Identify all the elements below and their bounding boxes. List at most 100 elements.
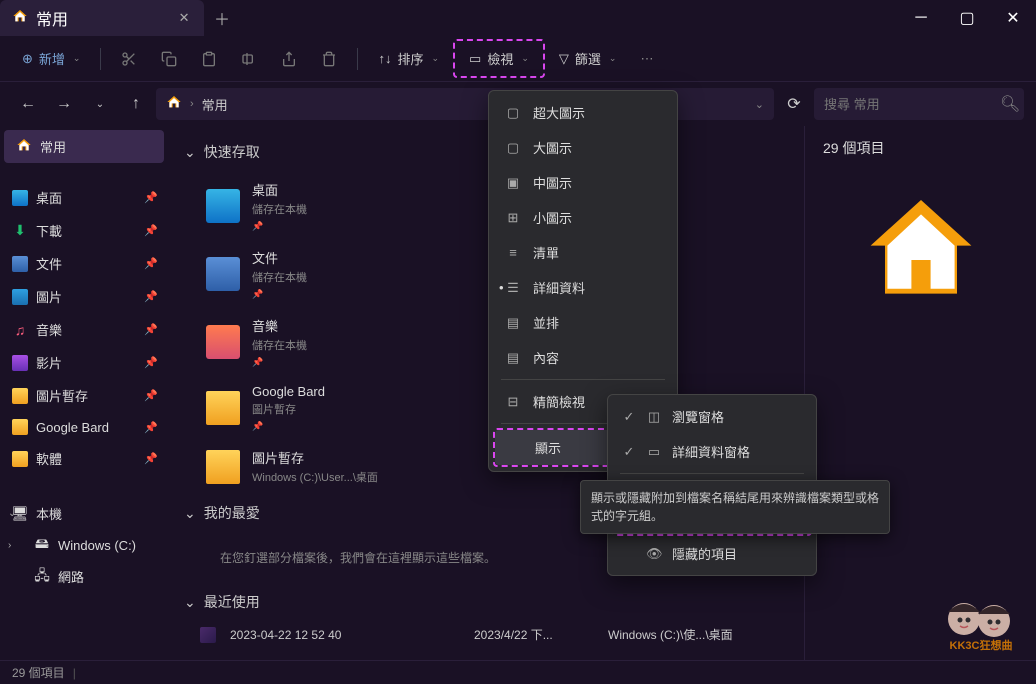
new-tab-button[interactable]: ＋ bbox=[204, 0, 240, 36]
section-quick-access[interactable]: ⌄快速存取 bbox=[180, 134, 792, 170]
sidebar-item-drive[interactable]: ›🖴Windows (C:) bbox=[0, 530, 168, 560]
sidebar-item-folder[interactable]: 圖片暫存📌 bbox=[0, 379, 168, 412]
drive-icon: 🖴 bbox=[34, 537, 50, 553]
close-button[interactable]: ✕ bbox=[990, 0, 1036, 36]
menu-item-view-option[interactable]: ▢超大圖示 bbox=[493, 95, 673, 130]
sidebar-item-documents[interactable]: 文件📌 bbox=[0, 247, 168, 280]
tab-home[interactable]: 常用 ✕ bbox=[0, 0, 204, 36]
search-input[interactable] bbox=[824, 97, 1000, 112]
pin-icon: 📌 bbox=[144, 421, 158, 434]
sidebar-item-music[interactable]: ♫音樂📌 bbox=[0, 313, 168, 346]
forward-button[interactable]: → bbox=[48, 88, 80, 120]
close-icon[interactable]: ✕ bbox=[176, 10, 192, 26]
minimize-button[interactable]: ─ bbox=[898, 0, 944, 36]
menu-item-view-option[interactable]: ⊞小圖示 bbox=[493, 200, 673, 235]
sort-button[interactable]: ↑↓ 排序⌄ bbox=[368, 43, 449, 74]
folder-icon bbox=[12, 451, 28, 467]
download-icon: ⬇ bbox=[12, 223, 28, 239]
pin-icon: 📌 bbox=[252, 421, 325, 432]
layout-icon: ☰ bbox=[505, 280, 521, 296]
sidebar-item-network[interactable]: 🖧網路 bbox=[0, 560, 168, 593]
cut-button[interactable] bbox=[111, 45, 147, 73]
sidebar-item-videos[interactable]: 影片📌 bbox=[0, 346, 168, 379]
section-recent[interactable]: ⌄最近使用 bbox=[180, 584, 792, 620]
chevron-down-icon[interactable]: ⌄ bbox=[755, 98, 764, 111]
chevron-right-icon[interactable]: › bbox=[8, 540, 11, 551]
option-icon: ◫ bbox=[646, 409, 662, 425]
tab-title: 常用 bbox=[36, 6, 68, 30]
folder-item[interactable]: 桌面 儲存在本機 📌 bbox=[200, 174, 450, 238]
sidebar-item-home[interactable]: 常用 bbox=[4, 130, 164, 163]
address-bar[interactable]: › 常用 ⌄ bbox=[156, 88, 774, 120]
sidebar-item-pc[interactable]: ⌄🖥本機 bbox=[0, 497, 168, 530]
chevron-down-icon: ⌄ bbox=[184, 505, 196, 522]
layout-icon: ▤ bbox=[505, 350, 521, 366]
menu-item-show-option[interactable]: ✓◫瀏覽窗格 bbox=[612, 399, 812, 434]
copy-button[interactable] bbox=[151, 45, 187, 73]
folder-icon bbox=[206, 257, 240, 291]
rename-button[interactable] bbox=[231, 45, 267, 73]
folder-item[interactable]: Google Bard 圖片暫存 📌 bbox=[200, 378, 450, 438]
menu-item-show-option[interactable]: 👁隱藏的項目 bbox=[612, 536, 812, 571]
new-button[interactable]: ⊕ 新增⌄ bbox=[12, 43, 90, 74]
pin-icon: 📌 bbox=[144, 356, 158, 369]
folder-icon bbox=[206, 189, 240, 223]
pin-icon: 📌 bbox=[144, 224, 158, 237]
more-button[interactable]: ⋯ bbox=[630, 45, 663, 73]
status-bar: 29 個項目 | bbox=[0, 660, 1036, 684]
check-icon: ✓ bbox=[622, 444, 636, 460]
folder-icon bbox=[12, 388, 28, 404]
option-icon: ▭ bbox=[646, 444, 662, 460]
folder-item[interactable]: 文件 儲存在本機 📌 bbox=[200, 242, 450, 306]
music-icon: ♫ bbox=[12, 322, 28, 338]
window-controls: ─ ▢ ✕ bbox=[898, 0, 1036, 36]
recent-file-item[interactable]: 2023-04-22 12 52 40 2023/4/22 下... Windo… bbox=[180, 620, 792, 649]
option-icon: 👁 bbox=[646, 546, 662, 562]
pin-icon: 📌 bbox=[252, 221, 307, 232]
search-icon[interactable]: 🔍︎ bbox=[1000, 94, 1020, 114]
content-area: ⌄快速存取 桌面 儲存在本機 📌 下載 儲存在本機 📌 文件 儲存在本機 📌 圖… bbox=[168, 126, 804, 660]
pin-icon: 📌 bbox=[144, 452, 158, 465]
sidebar-item-pictures[interactable]: 圖片📌 bbox=[0, 280, 168, 313]
video-icon bbox=[12, 355, 28, 371]
pin-icon: 📌 bbox=[144, 389, 158, 402]
menu-item-view-option[interactable]: ▣中圖示 bbox=[493, 165, 673, 200]
breadcrumb-current[interactable]: 常用 bbox=[202, 95, 228, 114]
up-button[interactable]: ↑ bbox=[120, 88, 152, 120]
menu-item-view-option[interactable]: ▤內容 bbox=[493, 340, 673, 375]
filter-button[interactable]: ▽ 篩選⌄ bbox=[549, 43, 627, 74]
sidebar-item-downloads[interactable]: ⬇下載📌 bbox=[0, 214, 168, 247]
back-button[interactable]: ← bbox=[12, 88, 44, 120]
sidebar-item-desktop[interactable]: 桌面📌 bbox=[0, 181, 168, 214]
folder-icon bbox=[206, 391, 240, 425]
pin-icon: 📌 bbox=[144, 257, 158, 270]
sidebar-item-label: 常用 bbox=[40, 137, 66, 156]
share-button[interactable] bbox=[271, 45, 307, 73]
view-button[interactable]: ▭ 檢視⌄ bbox=[459, 43, 539, 74]
paste-button[interactable] bbox=[191, 45, 227, 73]
folder-icon bbox=[12, 419, 28, 435]
chevron-down-icon: ⌄ bbox=[184, 594, 196, 611]
menu-item-view-option[interactable]: ▤並排 bbox=[493, 305, 673, 340]
delete-button[interactable] bbox=[311, 45, 347, 73]
menu-item-view-option[interactable]: ▢大圖示 bbox=[493, 130, 673, 165]
menu-item-view-option[interactable]: ≡清單 bbox=[493, 235, 673, 270]
menu-item-show-option[interactable]: ✓▭詳細資料窗格 bbox=[612, 434, 812, 469]
folder-icon bbox=[206, 325, 240, 359]
layout-icon: ≡ bbox=[505, 245, 521, 260]
history-button[interactable]: ⌄ bbox=[84, 88, 116, 120]
layout-icon: ▣ bbox=[505, 175, 521, 191]
folder-icon bbox=[206, 450, 240, 484]
chevron-down-icon[interactable]: ⌄ bbox=[8, 508, 16, 519]
sidebar-item-folder[interactable]: 軟體📌 bbox=[0, 442, 168, 475]
pin-icon: 📌 bbox=[252, 289, 307, 300]
search-box[interactable]: 🔍︎ bbox=[814, 88, 1024, 120]
folder-item[interactable]: 音樂 儲存在本機 📌 bbox=[200, 310, 450, 374]
refresh-button[interactable]: ⟳ bbox=[778, 88, 810, 120]
maximize-button[interactable]: ▢ bbox=[944, 0, 990, 36]
home-large-icon bbox=[851, 188, 991, 308]
menu-item-view-option[interactable]: •☰詳細資料 bbox=[493, 270, 673, 305]
check-icon: ✓ bbox=[622, 409, 636, 425]
folder-item[interactable]: 圖片暫存 Windows (C:)\User...\桌面 bbox=[200, 442, 450, 491]
sidebar-item-folder[interactable]: Google Bard📌 bbox=[0, 412, 168, 442]
